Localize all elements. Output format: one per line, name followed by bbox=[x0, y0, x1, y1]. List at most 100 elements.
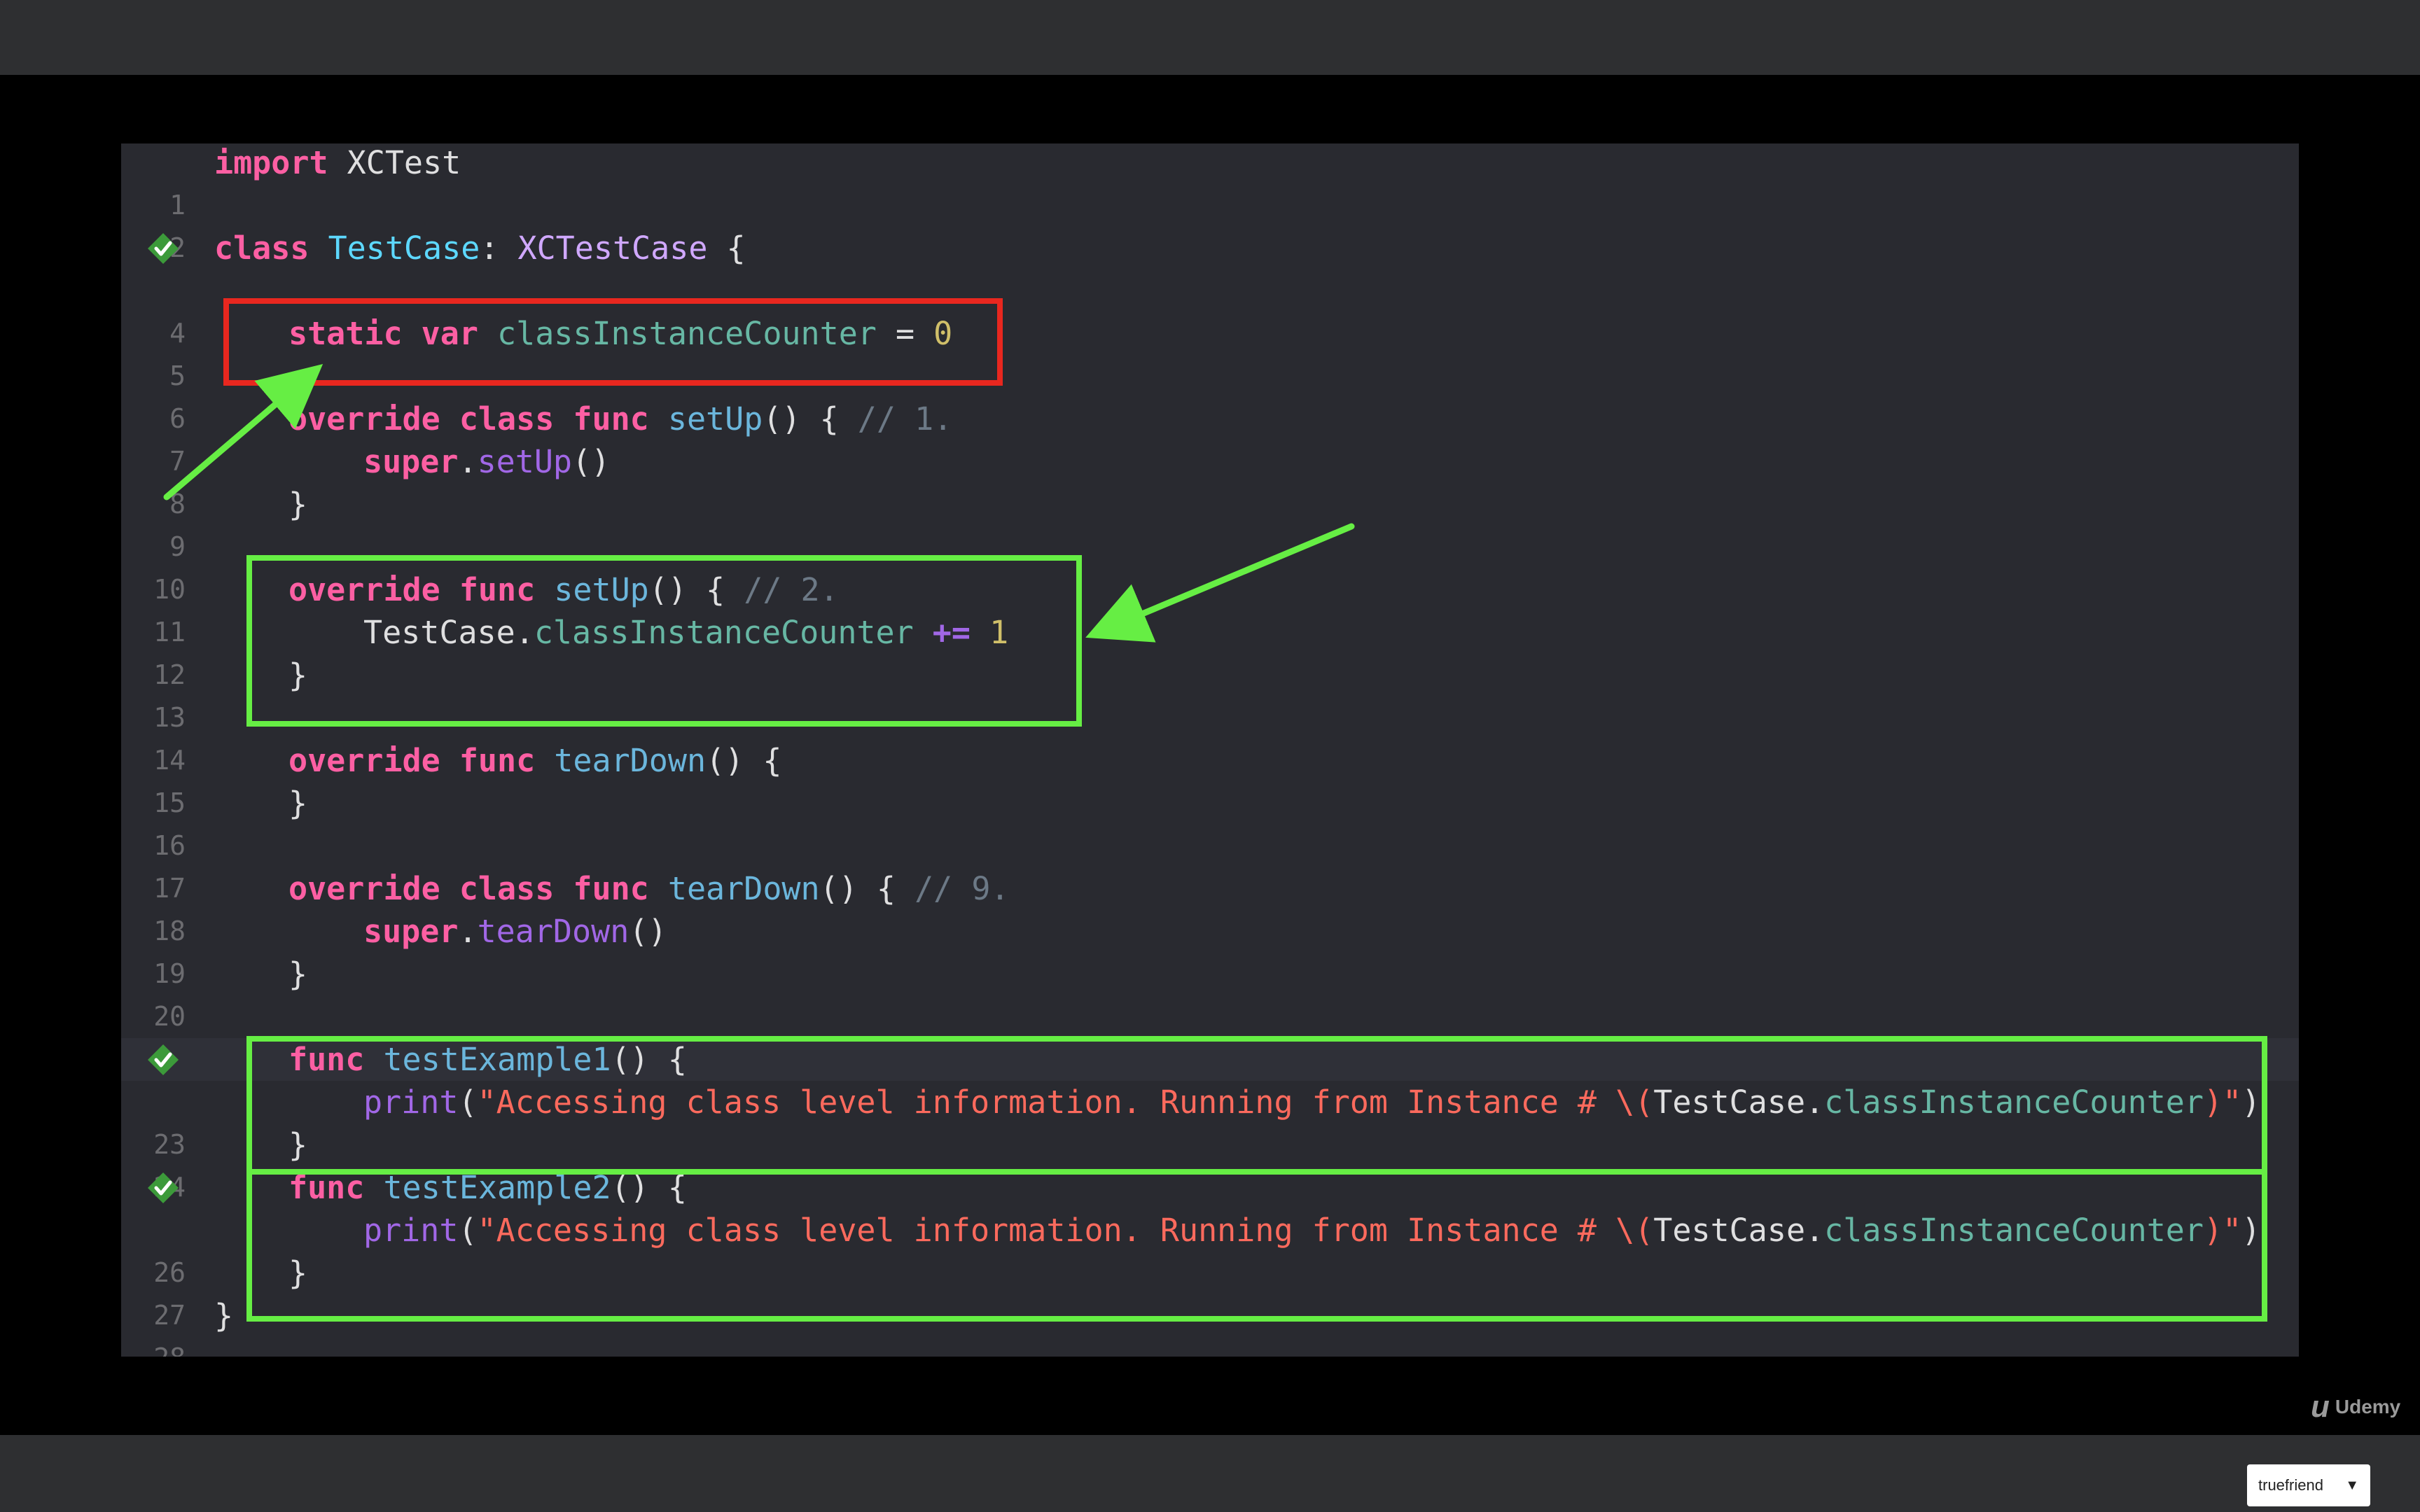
function-name: tearDown bbox=[554, 742, 707, 779]
code-line-17: 17 bbox=[121, 825, 2299, 904]
code-line-1: 1 import XCTest bbox=[121, 144, 2299, 220]
method-call: print bbox=[363, 1212, 459, 1249]
code-line-6: 6 bbox=[121, 355, 2299, 434]
video-top-bar bbox=[0, 0, 2420, 75]
property-name: classInstanceCounter bbox=[534, 614, 914, 651]
dot: . bbox=[515, 614, 534, 651]
line-number: 28 bbox=[121, 1337, 186, 1357]
code-line-25: func testExample2() { bbox=[121, 1166, 2299, 1209]
code-line-26: 26 print("Accessing class level informat… bbox=[121, 1209, 2299, 1288]
dot: . bbox=[1805, 1084, 1825, 1121]
code-punct: () { bbox=[611, 1041, 687, 1078]
string-literal: "Accessing class level information. Runn… bbox=[477, 1212, 1654, 1249]
superclass-name: XCTestCase bbox=[517, 230, 708, 267]
code-punct: () { bbox=[611, 1169, 687, 1206]
paren: ( bbox=[458, 1084, 478, 1121]
class-name: TestCase bbox=[328, 230, 480, 267]
code-line-22: func testExample1() { bbox=[121, 1038, 2299, 1081]
code-line-11: 11 override func setUp() { // 2. bbox=[121, 568, 2299, 648]
video-bottom-bar bbox=[0, 1435, 2420, 1512]
udemy-label: Udemy bbox=[2335, 1396, 2401, 1418]
code-line-19: 19 super.tearDown() bbox=[121, 910, 2299, 989]
dot: . bbox=[458, 443, 478, 480]
module-name: XCTest bbox=[328, 144, 461, 181]
brace: } bbox=[288, 657, 308, 694]
code-line-14: 14 bbox=[121, 696, 2299, 776]
code-line-28: 28 } bbox=[121, 1294, 2299, 1357]
brace: } bbox=[288, 955, 308, 993]
string-literal-end: )" bbox=[2204, 1212, 2242, 1249]
paren: ) bbox=[2241, 1084, 2261, 1121]
type-name: TestCase bbox=[1653, 1084, 1806, 1121]
code-line-4: 4 bbox=[121, 270, 2299, 349]
method-call: setUp bbox=[477, 443, 573, 480]
brace: } bbox=[214, 1297, 234, 1334]
paren: ( bbox=[458, 1212, 478, 1249]
operator: = bbox=[876, 315, 934, 352]
keyword: override class func bbox=[288, 400, 649, 438]
operator: += bbox=[913, 614, 990, 651]
method-call: print bbox=[363, 1084, 459, 1121]
checkmark-diamond-icon[interactable] bbox=[147, 1172, 179, 1204]
code-line-2: 2 bbox=[121, 184, 2299, 263]
udemy-u-icon: u bbox=[2311, 1390, 2330, 1424]
keyword: class bbox=[214, 230, 310, 267]
method-call: tearDown bbox=[477, 913, 630, 950]
dot: . bbox=[458, 913, 478, 950]
code-line-27: 27 } bbox=[121, 1252, 2299, 1331]
keyword: static var bbox=[288, 315, 478, 352]
property-name: classInstanceCounter bbox=[1824, 1212, 2204, 1249]
code-punct: () bbox=[629, 913, 667, 950]
paren: ) bbox=[2241, 1212, 2261, 1249]
code-line-23: 23 print("Accessing class level informat… bbox=[121, 1081, 2299, 1160]
function-name: setUp bbox=[554, 571, 649, 608]
code-line-3: class TestCase: XCTestCase { bbox=[121, 227, 2299, 270]
code-editor: 1 import XCTest 2 class TestCase: XCTest… bbox=[121, 144, 2299, 1357]
brace: } bbox=[288, 785, 308, 822]
function-name: setUp bbox=[667, 400, 763, 438]
function-name: tearDown bbox=[667, 870, 820, 907]
keyword: override func bbox=[288, 571, 536, 608]
code-line-15: 15 override func tearDown() { bbox=[121, 739, 2299, 818]
code-line-8: 8 super.setUp() bbox=[121, 440, 2299, 519]
keyword: super bbox=[363, 443, 459, 480]
caret-down-icon[interactable]: ▼ bbox=[2345, 1478, 2359, 1494]
code-punct: () bbox=[572, 443, 611, 480]
code-line-18: 18 override class func tearDown() { // 9… bbox=[121, 867, 2299, 946]
truefriend-label: truefriend bbox=[2258, 1476, 2323, 1494]
code-line-7: 7 override class func setUp() { // 1. bbox=[121, 398, 2299, 477]
code-punct: () { bbox=[763, 400, 858, 438]
keyword: import bbox=[214, 144, 328, 181]
code-line-9: 9 } bbox=[121, 483, 2299, 562]
code-punct: () { bbox=[648, 571, 744, 608]
comment: // 2. bbox=[744, 571, 839, 608]
checkmark-diamond-icon[interactable] bbox=[147, 1044, 179, 1076]
property-name: classInstanceCounter bbox=[497, 315, 877, 352]
udemy-watermark: u Udemy bbox=[2311, 1390, 2416, 1424]
truefriend-widget[interactable]: truefriend ▼ bbox=[2247, 1464, 2370, 1506]
function-name: testExample2 bbox=[383, 1169, 611, 1206]
code-line-16: 16 } bbox=[121, 782, 2299, 861]
brace: } bbox=[288, 486, 308, 523]
brace: { bbox=[707, 230, 746, 267]
colon: : bbox=[480, 230, 518, 267]
dot: . bbox=[1805, 1212, 1825, 1249]
brace: } bbox=[288, 1254, 308, 1292]
brace: } bbox=[288, 1126, 308, 1163]
code-line-13: 13 } bbox=[121, 654, 2299, 733]
string-literal: "Accessing class level information. Runn… bbox=[477, 1084, 1654, 1121]
code-line-5: 5 static var classInstanceCounter = 0 bbox=[121, 312, 2299, 391]
keyword: override func bbox=[288, 742, 536, 779]
code-line-21: 21 bbox=[121, 995, 2299, 1074]
keyword: super bbox=[363, 913, 459, 950]
code-line-10: 10 bbox=[121, 526, 2299, 605]
checkmark-diamond-icon[interactable] bbox=[147, 232, 179, 265]
function-name: testExample1 bbox=[383, 1041, 611, 1078]
code-punct: () { bbox=[706, 742, 782, 779]
code-punct: () { bbox=[819, 870, 915, 907]
number-literal: 0 bbox=[933, 315, 953, 352]
comment: // 9. bbox=[915, 870, 1010, 907]
keyword: func bbox=[288, 1041, 365, 1078]
code-line-12: 12 TestCase.classInstanceCounter += 1 bbox=[121, 611, 2299, 690]
property-name: classInstanceCounter bbox=[1824, 1084, 2204, 1121]
